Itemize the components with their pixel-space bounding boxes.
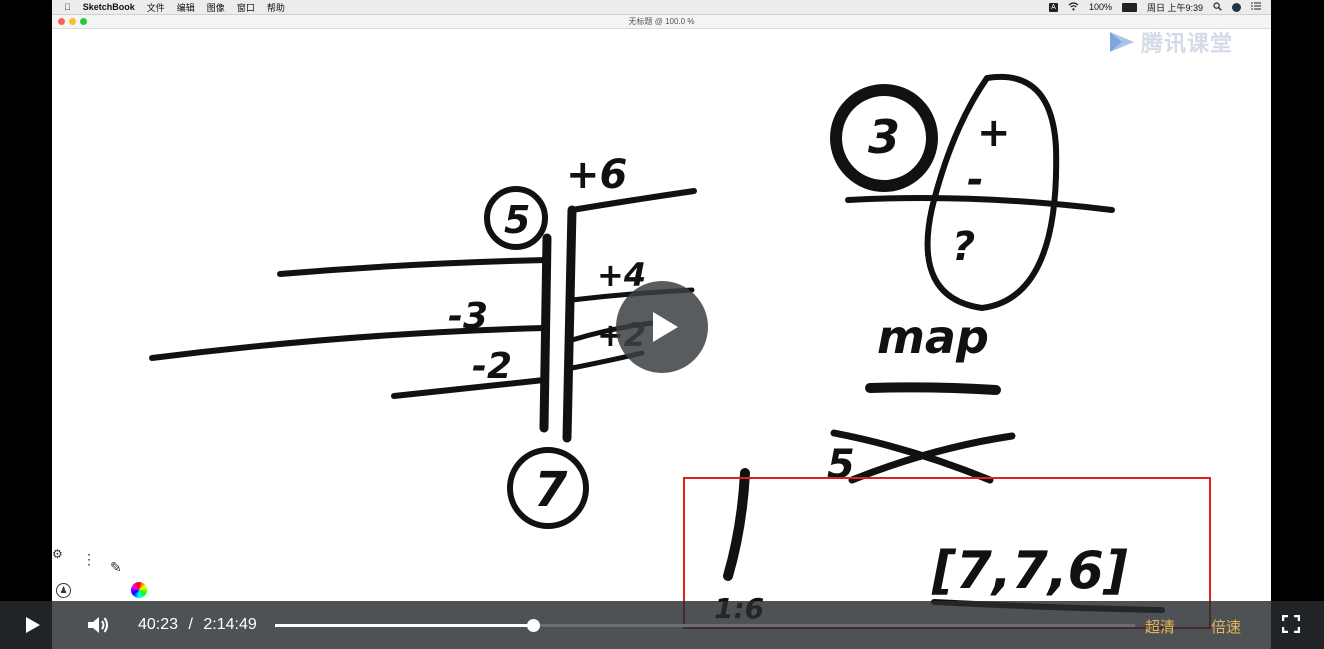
siri-icon[interactable] [1232, 2, 1241, 12]
left-diagram [149, 186, 697, 529]
play-icon [26, 617, 40, 633]
window-controls [58, 18, 87, 25]
play-button[interactable] [22, 615, 42, 635]
sketch-sign-plus: + [977, 110, 1011, 156]
close-window-button[interactable] [58, 18, 65, 25]
quality-button[interactable]: 超清 [1145, 616, 1175, 637]
mac-menubar:  SketchBook 文件 编辑 图像 窗口 帮助 A 100% 周日 上午… [52, 0, 1271, 15]
sketch-label-map: map [877, 310, 989, 364]
video-player:  SketchBook 文件 编辑 图像 窗口 帮助 A 100% 周日 上午… [0, 0, 1324, 649]
minimize-window-button[interactable] [69, 18, 76, 25]
gear-icon[interactable]: ⚙ [52, 547, 63, 561]
window-titlebar: 无标题 @ 100.0 % [52, 15, 1271, 29]
person-icon[interactable]: ♟ [56, 583, 71, 598]
sketch-circle-right-label: 3 [868, 110, 900, 164]
menu-edit[interactable]: 编辑 [177, 1, 195, 14]
sketch-sign-question: ? [952, 224, 975, 270]
apple-icon[interactable]:  [64, 2, 71, 12]
sketch-sign-minus: - [967, 157, 984, 203]
volume-icon [88, 617, 108, 633]
sketch-left-label-2: -2 [472, 346, 512, 387]
color-wheel-icon[interactable] [131, 582, 147, 598]
sketch-label-top: +6 [566, 152, 627, 198]
speed-button[interactable]: 倍速 [1211, 616, 1241, 637]
battery-icon[interactable] [1121, 2, 1137, 12]
fullscreen-button[interactable] [1281, 614, 1301, 634]
player-control-bar: 40:23 / 2:14:49 超清 倍速 [0, 601, 1324, 649]
zoom-window-button[interactable] [80, 18, 87, 25]
volume-button[interactable] [86, 614, 110, 636]
progress-handle[interactable] [526, 619, 540, 632]
notification-center-icon[interactable] [1251, 2, 1261, 12]
sketch-left-label-1: -3 [448, 296, 488, 337]
menu-file[interactable]: 文件 [147, 1, 165, 14]
menu-image[interactable]: 图像 [207, 1, 225, 14]
menu-app-name[interactable]: SketchBook [83, 2, 135, 12]
input-source-icon[interactable]: A [1048, 2, 1058, 12]
battery-percent: 100% [1088, 2, 1112, 12]
wifi-icon[interactable] [1068, 1, 1079, 13]
sketch-circle-top-label: 5 [504, 198, 530, 242]
window-title: 无标题 @ 100.0 % [628, 17, 695, 26]
ruler-icon[interactable]: ⋮ [82, 551, 96, 568]
sketch-circle-bottom-label: 7 [534, 462, 568, 518]
brush-icon[interactable]: ✎ [110, 559, 122, 576]
fullscreen-icon [1281, 614, 1301, 634]
spotlight-icon[interactable] [1213, 1, 1222, 13]
progress-played [275, 624, 533, 627]
time-display: 40:23 / 2:14:49 [138, 616, 257, 634]
sketchbook-tool-wheel: ⚙ ⋮ ✎ ♟ [52, 545, 162, 605]
center-play-button[interactable] [616, 281, 708, 373]
clock[interactable]: 周日 上午9:39 [1147, 1, 1203, 14]
time-separator: / [188, 616, 193, 633]
play-icon [653, 312, 678, 342]
menu-window[interactable]: 窗口 [237, 1, 255, 14]
duration: 2:14:49 [203, 616, 257, 633]
current-time: 40:23 [138, 616, 179, 633]
progress-bar[interactable] [275, 619, 1135, 632]
menu-help[interactable]: 帮助 [267, 1, 285, 14]
